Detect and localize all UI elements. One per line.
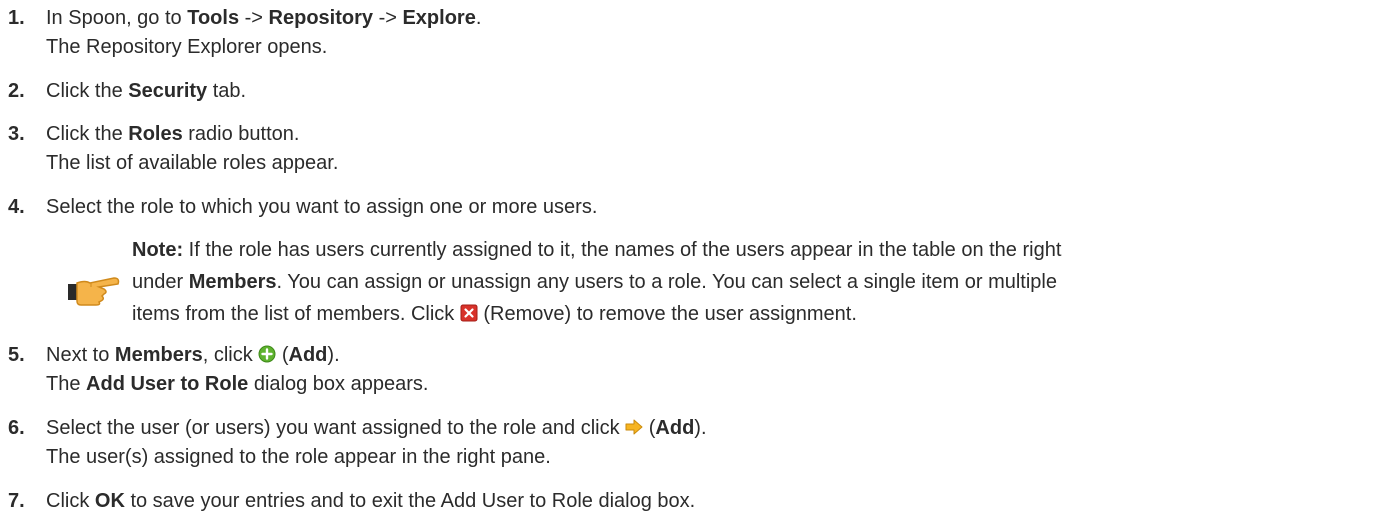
pointing-hand-icon — [68, 277, 120, 306]
step-text: Click the Security tab. — [46, 80, 247, 102]
note-label: Note: — [132, 239, 184, 261]
step-number: 7. — [8, 490, 25, 512]
step-5: 5. Next to Members, click (Add). — [0, 341, 1383, 369]
step-result-text: The list of available roles appear. — [46, 152, 339, 174]
step-number: 1. — [8, 7, 25, 29]
step-1: 1. In Spoon, go to Tools -> Repository -… — [0, 4, 1383, 32]
step-text: Click OK to save your entries and to exi… — [46, 490, 696, 512]
step-4: 4. Select the role to which you want to … — [0, 193, 1383, 221]
step-text: Select the role to which you want to ass… — [46, 196, 598, 218]
step-5-result: The Add User to Role dialog box appears. — [0, 370, 1383, 398]
step-result-text: The user(s) assigned to the role appear … — [46, 446, 551, 468]
add-label: Add — [288, 344, 328, 366]
step-3-result: The list of available roles appear. — [0, 149, 1383, 177]
menu-tools: Tools — [187, 7, 240, 29]
menu-explore: Explore — [402, 7, 476, 29]
step-7: 7. Click OK to save your entries and to … — [0, 487, 1383, 515]
note-line-3: items from the list of members. Click (R… — [132, 303, 857, 325]
add-label: Add — [655, 417, 695, 439]
step-text: Click the Roles radio button. — [46, 123, 300, 145]
step-number: 5. — [8, 344, 25, 366]
note-line-1: Note: If the role has users currently as… — [132, 239, 1062, 261]
step-3: 3. Click the Roles radio button. — [0, 120, 1383, 148]
step-6-result: The user(s) assigned to the role appear … — [0, 443, 1383, 471]
ok-label: OK — [94, 490, 125, 512]
step-2: 2. Click the Security tab. — [0, 77, 1383, 105]
step-number: 2. — [8, 80, 25, 102]
remove-icon — [460, 304, 478, 322]
step-number: 3. — [8, 123, 25, 145]
members-label: Members — [114, 344, 203, 366]
step-result-text: The Add User to Role dialog box appears. — [46, 373, 429, 395]
step-result-text: The Repository Explorer opens. — [46, 36, 328, 58]
step-text: In Spoon, go to Tools -> Repository -> E… — [46, 7, 482, 29]
arrow-right-icon — [625, 419, 643, 435]
members-label: Members — [188, 271, 277, 293]
note-line-2: under Members. You can assign or unassig… — [132, 271, 1057, 293]
step-text: Select the user (or users) you want assi… — [46, 417, 707, 439]
dialog-name: Add User to Role — [86, 373, 249, 395]
menu-repository: Repository — [268, 7, 374, 29]
step-text: Next to Members, click (Add). — [46, 344, 340, 366]
step-number: 4. — [8, 196, 25, 218]
add-icon — [258, 345, 276, 363]
radio-roles: Roles — [128, 123, 183, 145]
step-6: 6. Select the user (or users) you want a… — [0, 414, 1383, 442]
tab-security: Security — [128, 80, 208, 102]
step-number: 6. — [8, 417, 25, 439]
step-1-result: The Repository Explorer opens. — [0, 33, 1383, 61]
